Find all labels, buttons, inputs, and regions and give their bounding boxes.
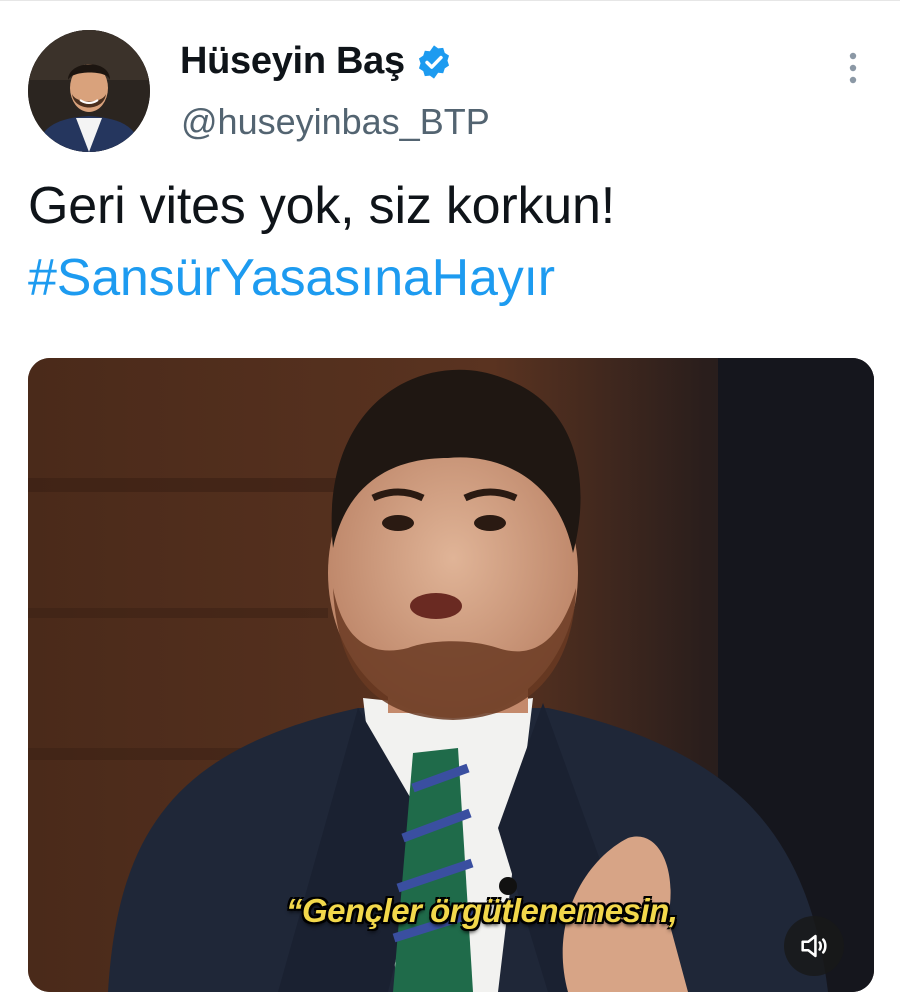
author-name-row[interactable]: Hüseyin Baş (180, 40, 453, 83)
avatar[interactable] (28, 30, 150, 152)
video-caption: “Gençler örgütlenemesin, (286, 892, 678, 929)
author-display-name[interactable]: Hüseyin Baş (180, 40, 405, 83)
video-player[interactable]: “Gençler örgütlenemesin, (28, 358, 874, 992)
avatar-image (28, 30, 150, 152)
hashtag-link[interactable]: #SansürYasasınaHayır (28, 242, 615, 314)
verified-badge-icon (415, 43, 453, 81)
more-options-icon[interactable] (838, 48, 868, 88)
tweet-text: Geri vites yok, siz korkun! #SansürYasas… (28, 170, 615, 314)
volume-muted-icon[interactable] (784, 916, 844, 976)
author-handle[interactable]: @huseyinbas_BTP (181, 101, 490, 143)
tweet-body: Geri vites yok, siz korkun! (28, 177, 615, 235)
top-divider (0, 0, 900, 1)
